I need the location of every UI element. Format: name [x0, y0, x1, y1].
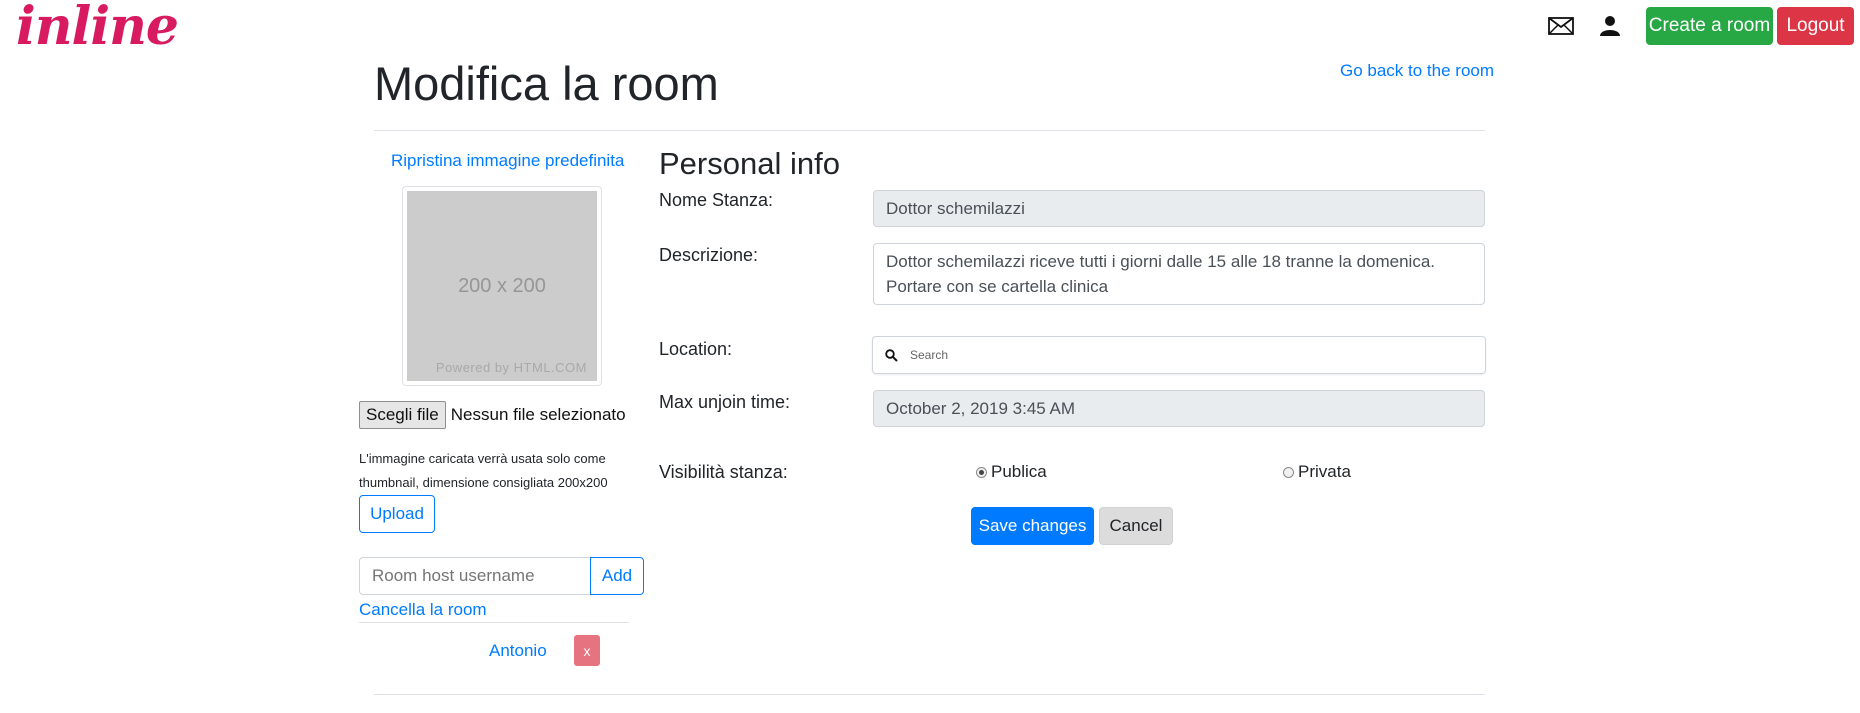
remove-host-button[interactable]: x [574, 635, 600, 666]
hosts-divider [359, 622, 629, 623]
description-line-2: Portare con se cartella clinica [886, 277, 1109, 296]
upload-hint: L'immagine caricata verrà usata solo com… [359, 451, 608, 490]
room-name-field[interactable]: Dottor schemilazzi [873, 190, 1485, 227]
logout-button[interactable]: Logout [1777, 7, 1854, 45]
page-title: Modifica la room [374, 57, 719, 110]
visibility-option-privata[interactable]: Privata [1283, 462, 1351, 482]
delete-room-link[interactable]: Cancella la room [359, 600, 487, 620]
description-line-1: Dottor schemilazzi riceve tutti i giorni… [886, 252, 1435, 271]
footer-divider [374, 694, 1485, 695]
location-label: Location: [659, 339, 733, 359]
upload-button[interactable]: Upload [359, 495, 435, 533]
max-unjoin-field[interactable]: October 2, 2019 3:45 AM [873, 390, 1485, 427]
file-status: Nessun file selezionato [450, 405, 626, 424]
envelope-icon[interactable] [1545, 10, 1577, 42]
thumbnail-placeholder: 200 x 200 Powered by HTML.COM [407, 191, 597, 381]
max-unjoin-label: Max unjoin time: [659, 392, 791, 412]
section-title: Personal info [659, 146, 840, 181]
reset-image-link[interactable]: Ripristina immagine predefinita [391, 151, 624, 171]
room-thumbnail: 200 x 200 Powered by HTML.COM [402, 186, 602, 386]
location-placeholder: Search [910, 348, 949, 362]
create-room-button[interactable]: Create a room [1646, 7, 1773, 45]
thumbnail-powered-text: Powered by HTML.COM [435, 360, 587, 375]
back-to-room-link[interactable]: Go back to the room [1340, 61, 1494, 81]
location-search-field[interactable]: Search [872, 336, 1486, 374]
search-icon [885, 348, 898, 362]
host-username-input[interactable] [359, 557, 591, 595]
add-host-button[interactable]: Add [590, 557, 644, 595]
choose-file-button[interactable]: Scegli file [359, 401, 446, 429]
header-divider [374, 130, 1485, 131]
name-label: Nome Stanza: [659, 190, 774, 210]
cancel-button[interactable]: Cancel [1099, 507, 1173, 545]
host-name-link[interactable]: Antonio [489, 641, 547, 661]
visibility-label: Visibilità stanza: [659, 462, 788, 482]
radio-privata[interactable] [1283, 466, 1294, 478]
visibility-option-publica[interactable]: Publica [976, 462, 1047, 482]
host-list-item: Antonio x [359, 635, 629, 667]
radio-publica-label: Publica [991, 462, 1047, 481]
radio-publica[interactable] [976, 466, 987, 478]
file-input[interactable]: Scegli file Nessun file selezionato [359, 401, 626, 429]
user-icon[interactable] [1594, 10, 1626, 42]
radio-privata-label: Privata [1298, 462, 1351, 481]
thumbnail-size-text: 200 x 200 [458, 274, 546, 297]
description-textarea[interactable]: Dottor schemilazzi riceve tutti i giorni… [873, 243, 1485, 305]
brand-logo[interactable]: inline [16, 0, 179, 57]
save-changes-button[interactable]: Save changes [971, 507, 1094, 545]
description-label: Descrizione: [659, 245, 759, 265]
